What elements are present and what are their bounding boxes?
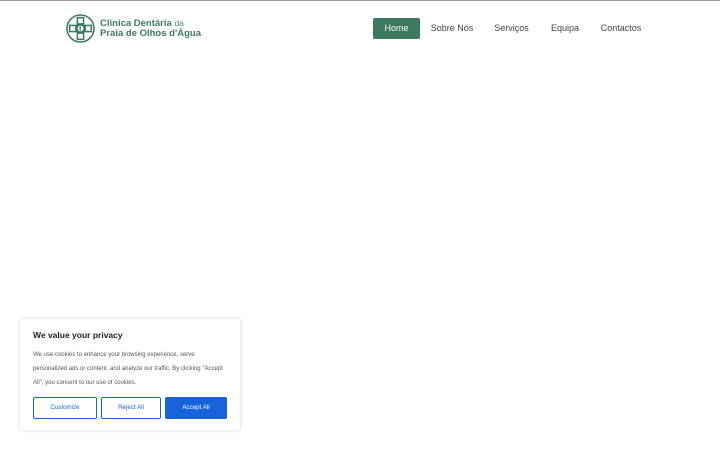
- nav-servicos[interactable]: Serviços: [491, 18, 532, 39]
- cookie-title: We value your privacy: [33, 330, 123, 340]
- top-border: [0, 0, 720, 1]
- cookie-consent-banner: We value your privacy We use cookies to …: [20, 319, 240, 430]
- logo-title-line2: Praia de Olhos d'Água: [100, 28, 201, 39]
- nav-contactos[interactable]: Contactos: [598, 18, 644, 39]
- nav-equipa[interactable]: Equipa: [547, 18, 583, 39]
- site-logo[interactable]: Clinica Dentária da Praia de Olhos d'Águ…: [66, 14, 201, 43]
- nav-sobre-nos[interactable]: Sobre Nós: [427, 18, 477, 39]
- nav-home[interactable]: Home: [373, 18, 420, 39]
- accept-all-button[interactable]: Accept All: [165, 397, 227, 419]
- reject-all-button[interactable]: Reject All: [101, 397, 161, 419]
- cookie-description: We use cookies to enhance your browsing …: [33, 352, 223, 386]
- clinic-cross-logo-icon: [66, 14, 95, 43]
- customize-button[interactable]: Customize: [33, 397, 97, 419]
- logo-text: Clinica Dentária da Praia de Olhos d'Águ…: [100, 18, 201, 39]
